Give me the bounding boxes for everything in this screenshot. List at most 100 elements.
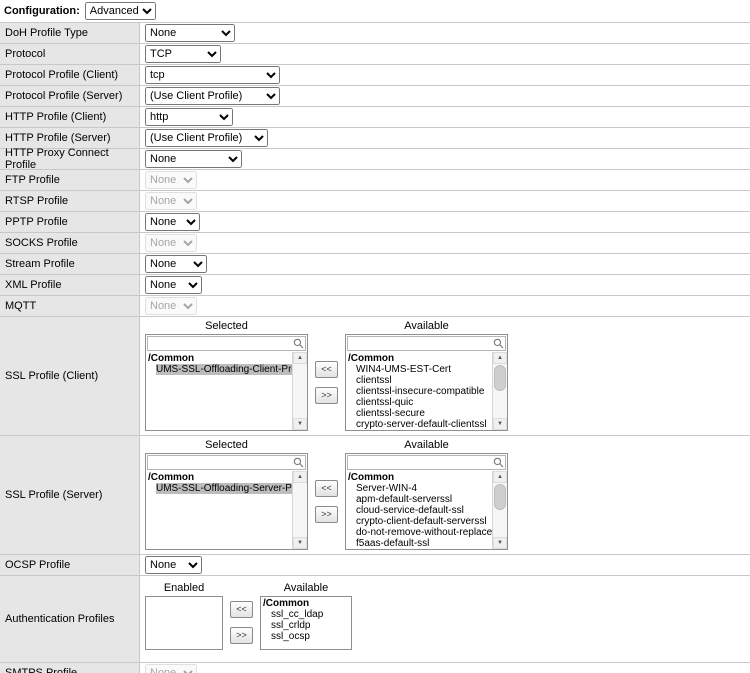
list-item[interactable]: Server-WIN-4 bbox=[346, 483, 492, 494]
scroll-thumb[interactable] bbox=[494, 484, 506, 510]
http-proxy-connect-profile-select[interactable]: None bbox=[145, 150, 242, 168]
list-item[interactable]: clientssl-insecure-compatible bbox=[346, 386, 492, 397]
ssl-profile-client-move-to-right-button[interactable]: >> bbox=[315, 387, 338, 404]
scroll-up-arrow-icon[interactable]: ▲ bbox=[493, 471, 507, 483]
list-item[interactable]: UMS-SSL-Offloading-Server-Profile bbox=[146, 483, 292, 494]
ssl-profile-server-left-list-body: /CommonUMS-SSL-Offloading-Server-Profile… bbox=[146, 471, 307, 549]
ocsp-profile-content: None bbox=[140, 555, 750, 575]
protocol-select[interactable]: TCP bbox=[145, 45, 221, 63]
row-http-proxy-connect-profile: HTTP Proxy Connect Profile None bbox=[0, 149, 750, 170]
list-item[interactable]: ssl_ocsp bbox=[261, 631, 351, 642]
list-item[interactable]: /Common bbox=[146, 472, 292, 483]
scroll-up-arrow-icon[interactable]: ▲ bbox=[493, 352, 507, 364]
ssl-profile-client-left-list-body: /CommonUMS-SSL-Offloading-Client-Profile… bbox=[146, 352, 307, 430]
search-input[interactable] bbox=[348, 457, 492, 469]
configuration-header: Configuration: Advanced bbox=[0, 0, 750, 22]
row-protocol-profile-server: Protocol Profile (Server)(Use Client Pro… bbox=[0, 86, 750, 107]
ssl-profile-server-move-to-right-button[interactable]: >> bbox=[315, 506, 338, 523]
ssl-profile-server-right-profile-list: /CommonServer-WIN-4apm-default-serverssl… bbox=[346, 471, 492, 549]
search-field bbox=[147, 336, 306, 351]
search-input[interactable] bbox=[348, 338, 492, 350]
stream-profile-content: None bbox=[140, 254, 750, 274]
list-item-text: /Common bbox=[263, 598, 309, 609]
configuration-label: Configuration: bbox=[4, 5, 80, 17]
scroll-down-arrow-icon[interactable]: ▼ bbox=[493, 537, 507, 549]
scroll-thumb[interactable] bbox=[494, 365, 506, 391]
http-proxy-connect-profile-content: None bbox=[140, 149, 750, 169]
protocol-profile-server-select[interactable]: (Use Client Profile) bbox=[145, 87, 280, 105]
field-label-ocsp-profile: OCSP Profile bbox=[0, 555, 140, 575]
row-ocsp-profile: OCSP Profile None bbox=[0, 555, 750, 576]
list-item[interactable]: clientssl-quic bbox=[346, 397, 492, 408]
field-label-authentication-profiles: Authentication Profiles bbox=[0, 576, 140, 662]
list-item[interactable]: crypto-server-default-clientssl bbox=[346, 419, 492, 430]
http-profile-server-select[interactable]: (Use Client Profile) bbox=[145, 129, 268, 147]
http-profile-client-select[interactable]: http bbox=[145, 108, 233, 126]
scroll-track[interactable] bbox=[293, 483, 307, 537]
doh-profile-type-select[interactable]: None bbox=[145, 24, 235, 42]
search-input[interactable] bbox=[148, 338, 292, 350]
scroll-track[interactable] bbox=[493, 364, 507, 418]
scroll-track[interactable] bbox=[493, 483, 507, 537]
scroll-down-arrow-icon[interactable]: ▼ bbox=[293, 418, 307, 430]
smtps-profile-select: None bbox=[145, 664, 197, 673]
scroll-up-arrow-icon[interactable]: ▲ bbox=[293, 352, 307, 364]
configuration-mode-select[interactable]: Advanced bbox=[85, 2, 156, 20]
list-item[interactable]: /Common bbox=[346, 472, 492, 483]
list-item[interactable]: crypto-client-default-serverssl bbox=[346, 516, 492, 527]
ssl-profile-server-move-to-left-button[interactable]: << bbox=[315, 480, 338, 497]
protocol-profile-client-select[interactable]: tcp bbox=[145, 66, 280, 84]
xml-profile-select[interactable]: None bbox=[145, 276, 202, 294]
ssl-profile-server-right-search bbox=[346, 454, 507, 471]
list-item-text: clientssl-quic bbox=[356, 397, 413, 408]
list-item-text: Server-WIN-4 bbox=[356, 483, 417, 494]
field-label-pptp-profile: PPTP Profile bbox=[0, 212, 140, 232]
scroll-down-arrow-icon[interactable]: ▼ bbox=[493, 418, 507, 430]
list-item[interactable]: ssl_cc_ldap bbox=[261, 609, 351, 620]
list-item[interactable]: UMS-SSL-Offloading-Client-Profile bbox=[146, 364, 292, 375]
field-label-ssl-profile-client: SSL Profile (Client) bbox=[0, 317, 140, 435]
list-item[interactable]: clientssl bbox=[346, 375, 492, 386]
pptp-profile-select[interactable]: None bbox=[145, 213, 200, 231]
list-item[interactable]: WIN4-UMS-EST-Cert bbox=[346, 364, 492, 375]
ftp-profile-select: None bbox=[145, 171, 197, 189]
authentication-profiles-move-to-left-button[interactable]: << bbox=[230, 601, 253, 618]
authentication-profiles-move-buttons: << >> bbox=[230, 601, 253, 644]
list-item[interactable]: f5aas-default-ssl bbox=[346, 538, 492, 549]
scrollbar: ▲▼ bbox=[492, 352, 507, 430]
list-item[interactable]: cloud-service-default-ssl bbox=[346, 505, 492, 516]
list-item[interactable]: /Common bbox=[146, 353, 292, 364]
stream-profile-select[interactable]: None bbox=[145, 255, 207, 273]
list-item[interactable]: apm-default-serverssl bbox=[346, 494, 492, 505]
search-icon bbox=[492, 338, 505, 349]
field-label-http-proxy-connect-profile: HTTP Proxy Connect Profile bbox=[0, 149, 140, 169]
field-label-http-profile-client: HTTP Profile (Client) bbox=[0, 107, 140, 127]
scroll-down-arrow-icon[interactable]: ▼ bbox=[293, 537, 307, 549]
ssl-profile-client-move-to-left-button[interactable]: << bbox=[315, 361, 338, 378]
list-item[interactable]: ssl_crldp bbox=[261, 620, 351, 631]
row-xml-profile: XML ProfileNone bbox=[0, 275, 750, 296]
ocsp-profile-select[interactable]: None bbox=[145, 556, 202, 574]
search-input[interactable] bbox=[148, 457, 292, 469]
ssl-profile-client-left-column: Selected/CommonUMS-SSL-Offloading-Client… bbox=[145, 320, 308, 431]
row-doh-profile-type: DoH Profile TypeNone bbox=[0, 23, 750, 44]
socks-profile-content: None bbox=[140, 233, 750, 253]
authentication-profiles-move-to-right-button[interactable]: >> bbox=[230, 627, 253, 644]
field-label-protocol-profile-client: Protocol Profile (Client) bbox=[0, 65, 140, 85]
ssl-profile-client-left-listbox: /CommonUMS-SSL-Offloading-Client-Profile… bbox=[145, 334, 308, 431]
scroll-up-arrow-icon[interactable]: ▲ bbox=[293, 471, 307, 483]
authentication-profiles-right-list-body: /Commonssl_cc_ldapssl_crldpssl_ocsp bbox=[261, 597, 351, 649]
ssl-profile-server-left-listbox: /CommonUMS-SSL-Offloading-Server-Profile… bbox=[145, 453, 308, 550]
scroll-track[interactable] bbox=[293, 364, 307, 418]
ssl-profile-server-left-profile-list: /CommonUMS-SSL-Offloading-Server-Profile bbox=[146, 471, 292, 549]
list-item[interactable]: clientssl-secure bbox=[346, 408, 492, 419]
authentication-profiles-right-column: Available/Commonssl_cc_ldapssl_crldpssl_… bbox=[260, 582, 352, 650]
list-item[interactable]: do-not-remove-without-replacement bbox=[346, 527, 492, 538]
list-item[interactable]: /Common bbox=[261, 598, 351, 609]
list-item-text: f5aas-default-ssl bbox=[356, 538, 429, 549]
ssl-profile-client-content: Selected/CommonUMS-SSL-Offloading-Client… bbox=[140, 317, 750, 435]
ftp-profile-content: None bbox=[140, 170, 750, 190]
doh-profile-type-content: None bbox=[140, 23, 750, 43]
list-item-text: UMS-SSL-Offloading-Server-Profile bbox=[156, 483, 292, 494]
list-item[interactable]: /Common bbox=[346, 353, 492, 364]
